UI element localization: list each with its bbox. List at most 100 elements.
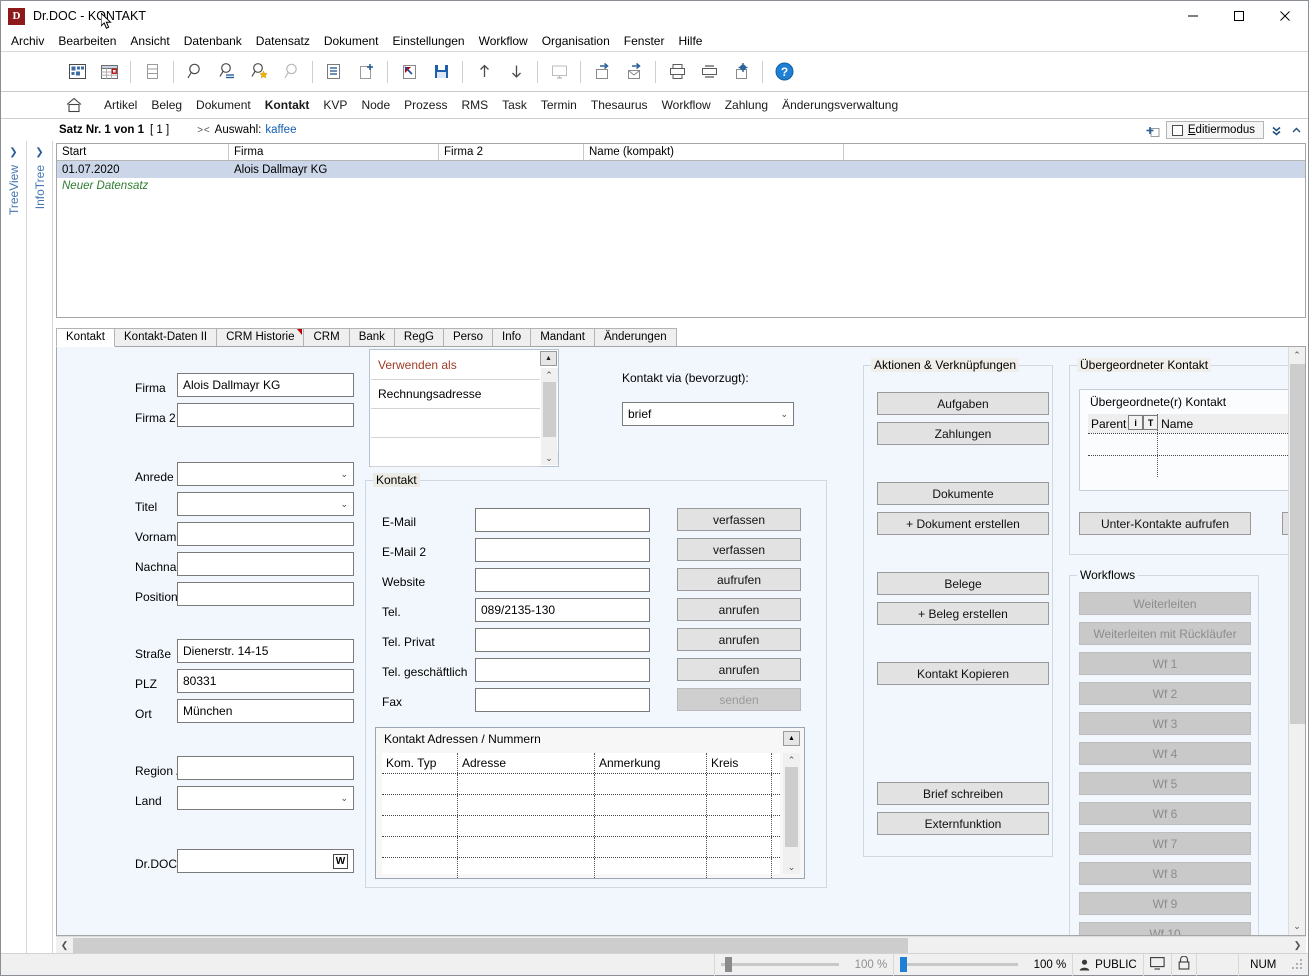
tab-info[interactable]: Info (492, 328, 532, 346)
document-new-icon[interactable] (351, 57, 381, 87)
input-email2[interactable] (475, 538, 650, 562)
select-land[interactable]: ⌄ (177, 786, 354, 810)
list-rows-icon[interactable] (137, 57, 167, 87)
scroll-up-icon[interactable]: ▲ (540, 351, 557, 366)
resize-grip[interactable] (1288, 954, 1308, 976)
menu-datensatz[interactable]: Datensatz (249, 32, 317, 50)
subgrid-col-adresse[interactable]: Adresse (458, 753, 595, 773)
uk-col-parent[interactable]: Parent i T (1088, 414, 1159, 433)
entity-workflow[interactable]: Workflow (655, 96, 718, 114)
menu-datenbank[interactable]: Datenbank (177, 32, 249, 50)
button-zahlungen[interactable]: Zahlungen (877, 422, 1049, 445)
button-aufgaben[interactable]: Aufgaben (877, 392, 1049, 415)
selection-value[interactable]: kaffee (265, 124, 296, 136)
text-icon[interactable]: T (1143, 415, 1159, 430)
tab-perso[interactable]: Perso (442, 328, 493, 346)
document-list-icon[interactable] (319, 57, 349, 87)
input-vorname[interactable] (177, 522, 354, 546)
entity-task[interactable]: Task (495, 96, 534, 114)
verwenden-als-scrollbar[interactable]: ⌃ ⌄ (540, 368, 558, 465)
menu-dokument[interactable]: Dokument (317, 32, 386, 50)
new-record-row[interactable]: Neuer Datensatz (57, 178, 1305, 194)
button-unter-kontakte-aufrufen[interactable]: Unter-Kontakte aufrufen (1079, 512, 1251, 535)
username-w-badge[interactable]: W (333, 853, 348, 869)
entity-beleg[interactable]: Beleg (144, 96, 189, 114)
editmode-checkbox[interactable] (1171, 124, 1183, 136)
tab-mandant[interactable]: Mandant (530, 328, 595, 346)
minimize-button[interactable] (1170, 1, 1216, 31)
arrow-up-icon[interactable] (469, 57, 499, 87)
record-grid[interactable]: Start Firma Firma 2 Name (kompakt) 01.07… (56, 143, 1306, 318)
save-disk-icon[interactable] (426, 57, 456, 87)
search-icon[interactable] (180, 57, 210, 87)
button-email2-verfassen[interactable]: verfassen (677, 538, 801, 561)
input-ort[interactable]: München (177, 699, 354, 723)
maximize-button[interactable] (1216, 1, 1262, 31)
grid-col-firma2[interactable]: Firma 2 (439, 144, 584, 160)
button-tel-anrufen[interactable]: anrufen (677, 598, 801, 621)
chevron-down-icon[interactable]: ⌄ (1288, 918, 1305, 935)
chevron-down-icon[interactable]: ⌄ (783, 860, 800, 874)
button-dokumente[interactable]: Dokumente (877, 482, 1049, 505)
input-tel-privat[interactable] (475, 628, 650, 652)
table-row[interactable] (382, 857, 780, 878)
tab-crm[interactable]: CRM (303, 328, 350, 346)
menu-einstellungen[interactable]: Einstellungen (386, 32, 472, 50)
grid-col-start[interactable]: Start (57, 144, 229, 160)
monitor-icon[interactable] (544, 57, 574, 87)
tab-kontakt-daten-ii[interactable]: Kontakt-Daten II (114, 328, 218, 346)
info-icon[interactable]: i (1128, 415, 1144, 430)
zoom-slider-knob-2[interactable] (900, 957, 908, 972)
input-tel-geschaeftlich[interactable] (475, 658, 650, 682)
menu-bearbeiten[interactable]: Bearbeiten (51, 32, 123, 50)
list-item[interactable] (371, 438, 540, 467)
print-icon[interactable] (662, 57, 692, 87)
scroll-up-icon[interactable]: ▲ (783, 731, 800, 746)
chevron-up-icon[interactable] (1288, 121, 1304, 139)
zoom-slider-track-1[interactable] (721, 957, 840, 972)
entity-rms[interactable]: RMS (454, 96, 495, 114)
tab-regg[interactable]: RegG (393, 328, 444, 346)
add-record-icon[interactable] (1146, 121, 1162, 139)
sidetab-treeview[interactable]: ❯ TreeView (1, 141, 27, 953)
input-fax[interactable] (475, 688, 650, 712)
chevron-left-icon[interactable]: ❮ (56, 937, 73, 954)
button-kontakt-kopieren[interactable]: Kontakt Kopieren (877, 662, 1049, 685)
subgrid-scrollbar[interactable]: ⌃ ⌄ (783, 753, 800, 874)
table-row[interactable] (382, 836, 780, 857)
input-tel[interactable]: 089/2135-130 (475, 598, 650, 622)
chevron-up-icon[interactable]: ⌃ (783, 753, 800, 767)
list-item[interactable] (371, 409, 540, 438)
entity-artikel[interactable]: Artikel (97, 96, 144, 114)
table-row[interactable] (1088, 433, 1288, 455)
help-icon[interactable]: ? (769, 57, 799, 87)
export-window-icon[interactable] (587, 57, 617, 87)
list-item[interactable]: Rechnungsadresse (371, 380, 540, 409)
input-strasse[interactable]: Dienerstr. 14-15 (177, 639, 354, 663)
table-row[interactable] (382, 773, 780, 794)
button-beleg-erstellen[interactable]: + Beleg erstellen (877, 602, 1049, 625)
select-titel[interactable]: ⌄ (177, 492, 354, 516)
entity-zahlung[interactable]: Zahlung (718, 96, 775, 114)
kontakt-adressen-grid[interactable]: Kontakt Adressen / Nummern ▲ Kom. Typ Ad… (375, 727, 805, 879)
entity-aenderungsverwaltung[interactable]: Änderungsverwaltung (775, 96, 905, 114)
settings-gear-icon[interactable] (726, 57, 756, 87)
scrollbar-thumb[interactable] (1289, 364, 1305, 724)
button-brief-schreiben[interactable]: Brief schreiben (877, 782, 1049, 805)
chevron-down-icon[interactable]: ⌄ (540, 451, 558, 465)
button-unter-kontakte-extra[interactable] (1282, 512, 1288, 535)
menu-organisation[interactable]: Organisation (535, 32, 617, 50)
zoom-slider-track-2[interactable] (900, 957, 1019, 972)
close-button[interactable] (1262, 1, 1308, 31)
editmode-toggle[interactable]: Editiermodus (1165, 121, 1264, 139)
print-setup-icon[interactable] (694, 57, 724, 87)
zoom-control-2[interactable]: 100 % (893, 953, 1072, 976)
collapse-all-icon[interactable] (1268, 121, 1284, 139)
table-calendar-icon[interactable] (94, 57, 124, 87)
menu-hilfe[interactable]: Hilfe (671, 32, 709, 50)
tab-crm-historie[interactable]: CRM Historie (216, 328, 305, 346)
grid-col-name[interactable]: Name (kompakt) (584, 144, 844, 160)
scrollbar-track[interactable] (1288, 724, 1305, 918)
button-tel-geschaeftlich-anrufen[interactable]: anrufen (677, 658, 801, 681)
button-dokument-erstellen[interactable]: + Dokument erstellen (877, 512, 1049, 535)
